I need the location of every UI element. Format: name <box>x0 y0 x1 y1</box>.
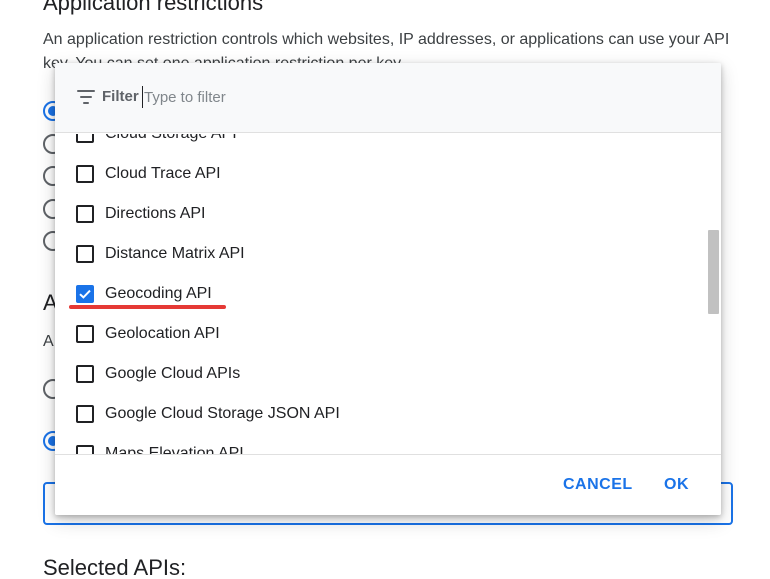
check-icon <box>79 289 91 299</box>
application-restrictions-heading: Application restrictions <box>43 0 264 15</box>
cancel-button[interactable]: CANCEL <box>555 467 641 503</box>
highlight-underline-annotation <box>69 305 226 309</box>
checkbox[interactable] <box>76 325 94 343</box>
checkbox[interactable] <box>76 445 94 454</box>
api-select-panel: Filter Cloud Storage API Cloud Trace API… <box>55 63 721 515</box>
selected-apis-heading: Selected APIs: <box>43 555 187 579</box>
filter-list-icon <box>77 90 95 104</box>
ok-button[interactable]: OK <box>656 467 697 503</box>
option-google-cloud-storage-json-api[interactable]: Google Cloud Storage JSON API <box>55 394 705 434</box>
option-label: Cloud Storage API <box>105 134 237 144</box>
option-label: Distance Matrix API <box>105 245 245 262</box>
option-cloud-trace-api[interactable]: Cloud Trace API <box>55 154 705 194</box>
checkbox[interactable] <box>76 205 94 223</box>
checkbox[interactable] <box>76 405 94 423</box>
option-geolocation-api[interactable]: Geolocation API <box>55 314 705 354</box>
api-options-list[interactable]: Cloud Storage API Cloud Trace API Direct… <box>55 134 721 454</box>
api-restrictions-description: A <box>43 333 54 350</box>
panel-actions: CANCEL OK <box>55 454 721 515</box>
option-label: Geocoding API <box>105 285 212 302</box>
filter-label: Filter <box>102 88 139 105</box>
checkbox[interactable] <box>76 365 94 383</box>
checkbox[interactable] <box>76 134 94 143</box>
checkbox-checked[interactable] <box>76 285 94 303</box>
filter-bar: Filter <box>55 63 721 133</box>
option-geocoding-api[interactable]: Geocoding API <box>55 274 705 314</box>
api-key-settings-page: Application restrictions An application … <box>0 0 770 579</box>
option-label: Google Cloud APIs <box>105 365 241 382</box>
option-label: Cloud Trace API <box>105 165 221 182</box>
filter-input[interactable] <box>142 86 542 108</box>
option-cloud-storage-api[interactable]: Cloud Storage API <box>55 134 705 154</box>
checkbox[interactable] <box>76 245 94 263</box>
option-google-cloud-apis[interactable]: Google Cloud APIs <box>55 354 705 394</box>
option-label: Google Cloud Storage JSON API <box>105 405 340 422</box>
option-maps-elevation-api[interactable]: Maps Elevation API <box>55 434 705 454</box>
option-directions-api[interactable]: Directions API <box>55 194 705 234</box>
option-label: Directions API <box>105 205 206 222</box>
options-scrollbar-thumb[interactable] <box>708 230 719 314</box>
option-label: Maps Elevation API <box>105 445 244 454</box>
option-label: Geolocation API <box>105 325 220 342</box>
option-distance-matrix-api[interactable]: Distance Matrix API <box>55 234 705 274</box>
checkbox[interactable] <box>76 165 94 183</box>
